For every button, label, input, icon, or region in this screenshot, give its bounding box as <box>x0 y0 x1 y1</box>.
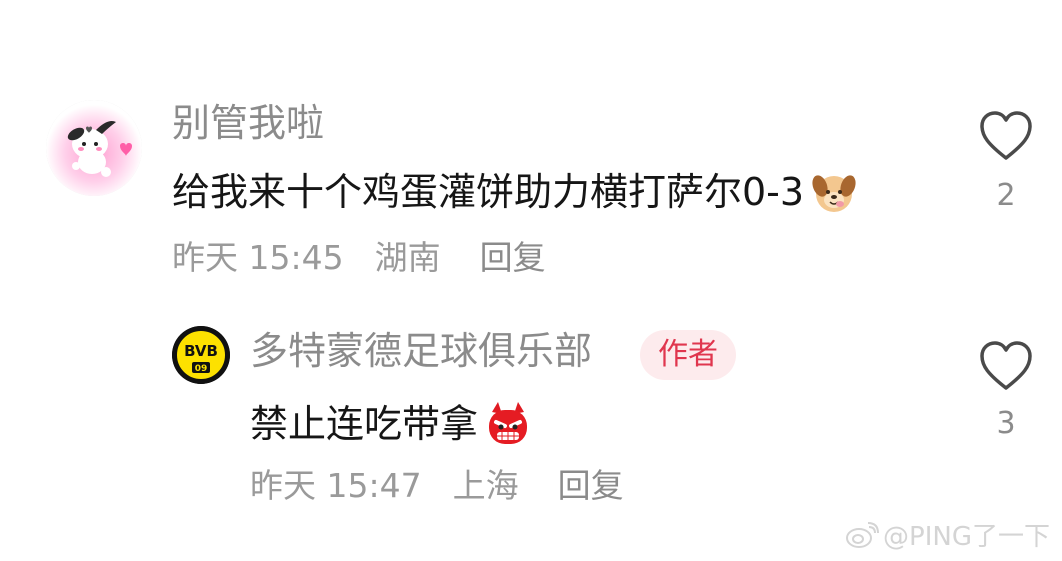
comment-meta: 昨天 15:45 湖南 回复 <box>172 236 546 280</box>
bvb-logo-text: BVB <box>184 342 218 360</box>
reply-username[interactable]: 多特蒙德足球俱乐部 <box>250 328 592 374</box>
watermark-text: @PING了一下 <box>883 522 1050 552</box>
comment-time: 昨天 15:45 <box>172 238 344 277</box>
reply-time: 昨天 15:47 <box>250 466 422 505</box>
author-badge: 作者 <box>640 330 736 380</box>
heart-icon[interactable] <box>976 106 1036 166</box>
weibo-icon <box>846 521 880 548</box>
like-count: 2 <box>996 178 1016 213</box>
pochacco-avatar-icon <box>46 100 142 196</box>
watermark: @PING了一下 <box>845 516 1050 553</box>
user-avatar[interactable] <box>46 100 142 196</box>
bvb-avatar[interactable]: BVB 09 <box>172 326 230 384</box>
comment-body: 给我来十个鸡蛋灌饼助力横打萨尔0-3 <box>172 170 805 214</box>
reply-button[interactable]: 回复 <box>558 466 624 505</box>
bvb-logo-icon: BVB 09 <box>172 326 230 384</box>
comment-location: 湖南 <box>374 238 441 277</box>
angry-devil-emoji-icon <box>489 402 528 444</box>
bvb-logo-number: 09 <box>195 364 208 374</box>
reply-button[interactable]: 回复 <box>480 238 546 277</box>
like-count: 3 <box>996 406 1016 441</box>
reply-meta: 昨天 15:47 上海 回复 <box>250 464 624 508</box>
heart-icon[interactable] <box>976 336 1036 396</box>
reply-text: 禁止连吃带拿 <box>250 400 532 448</box>
comment-section: 别管我啦 给我来十个鸡蛋灌饼助力横打萨尔0-3 昨天 15:45 湖南 回复 2 <box>0 0 1062 561</box>
comment-username[interactable]: 别管我啦 <box>172 100 324 146</box>
comment-text: 给我来十个鸡蛋灌饼助力横打萨尔0-3 <box>172 168 858 216</box>
dog-emoji-icon <box>812 175 856 212</box>
reply-body: 禁止连吃带拿 <box>250 402 479 446</box>
reply-location: 上海 <box>452 466 519 505</box>
